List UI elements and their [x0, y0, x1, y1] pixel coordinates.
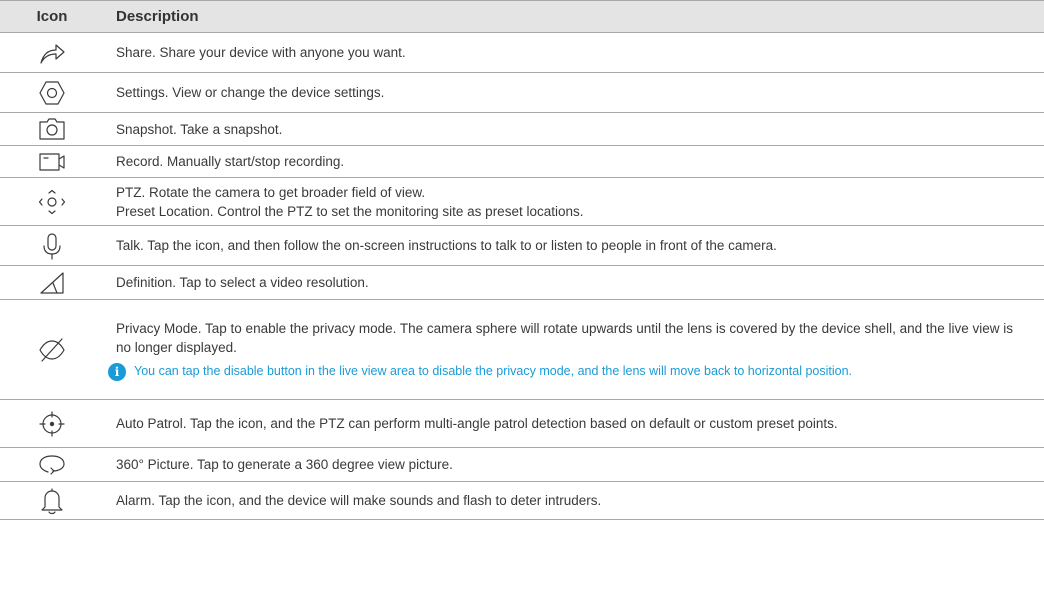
note-text: You can tap the disable button in the li…: [134, 363, 853, 378]
row-text: Snapshot. Take a snapshot.: [116, 121, 283, 137]
definition-icon: [40, 271, 64, 294]
share-icon: [40, 43, 65, 64]
row-text: Alarm. Tap the icon, and the device will…: [116, 493, 602, 508]
table-row: Auto Patrol. Tap the icon, and the PTZ c…: [0, 400, 1044, 448]
table-row: Privacy Mode. Tap to enable the privacy …: [0, 300, 1044, 400]
table-row: Talk. Tap the icon, and then follow the …: [0, 226, 1044, 266]
snapshot-icon: [39, 118, 65, 140]
icon-description-table: Icon Description Share. Share your devic…: [0, 0, 1044, 520]
table-row: Record. Manually start/stop recording.: [0, 146, 1044, 178]
privacy-icon: [39, 337, 65, 362]
table-row: Share. Share your device with anyone you…: [0, 33, 1044, 73]
settings-icon: [39, 80, 65, 105]
row-text: Talk. Tap the icon, and then follow the …: [116, 238, 777, 253]
row-text: Privacy Mode. Tap to enable the privacy …: [116, 320, 1013, 355]
microphone-icon: [43, 232, 61, 260]
ptz-icon: [38, 189, 66, 214]
row-text: Settings. View or change the device sett…: [116, 85, 385, 100]
table-row: 360° Picture. Tap to generate a 360 degr…: [0, 448, 1044, 482]
privacy-note: i You can tap the disable button in the …: [108, 362, 1030, 381]
alarm-bell-icon: [41, 487, 63, 514]
record-icon: [39, 152, 65, 171]
row-text-secondary: Preset Location. Control the PTZ to set …: [116, 203, 584, 219]
row-text: PTZ. Rotate the camera to get broader fi…: [116, 184, 426, 200]
table-row: Snapshot. Take a snapshot.: [0, 113, 1044, 146]
table-row: Definition. Tap to select a video resolu…: [0, 266, 1044, 300]
row-text: Record. Manually start/stop recording.: [116, 154, 345, 169]
table-row: Alarm. Tap the icon, and the device will…: [0, 482, 1044, 520]
panorama-icon: [39, 454, 65, 475]
row-text: Definition. Tap to select a video resolu…: [116, 275, 369, 290]
row-text: 360° Picture. Tap to generate a 360 degr…: [116, 457, 453, 472]
header-icon-label: Icon: [36, 8, 68, 25]
info-icon: i: [108, 362, 126, 381]
row-text: Share. Share your device with anyone you…: [116, 45, 406, 60]
row-text: Auto Patrol. Tap the icon, and the PTZ c…: [116, 416, 838, 431]
header-description-label: Description: [116, 8, 199, 25]
table-row: PTZ. Rotate the camera to get broader fi…: [0, 178, 1044, 226]
table-header: Icon Description: [0, 0, 1044, 33]
table-row: Settings. View or change the device sett…: [0, 73, 1044, 113]
auto-patrol-icon: [39, 410, 65, 437]
